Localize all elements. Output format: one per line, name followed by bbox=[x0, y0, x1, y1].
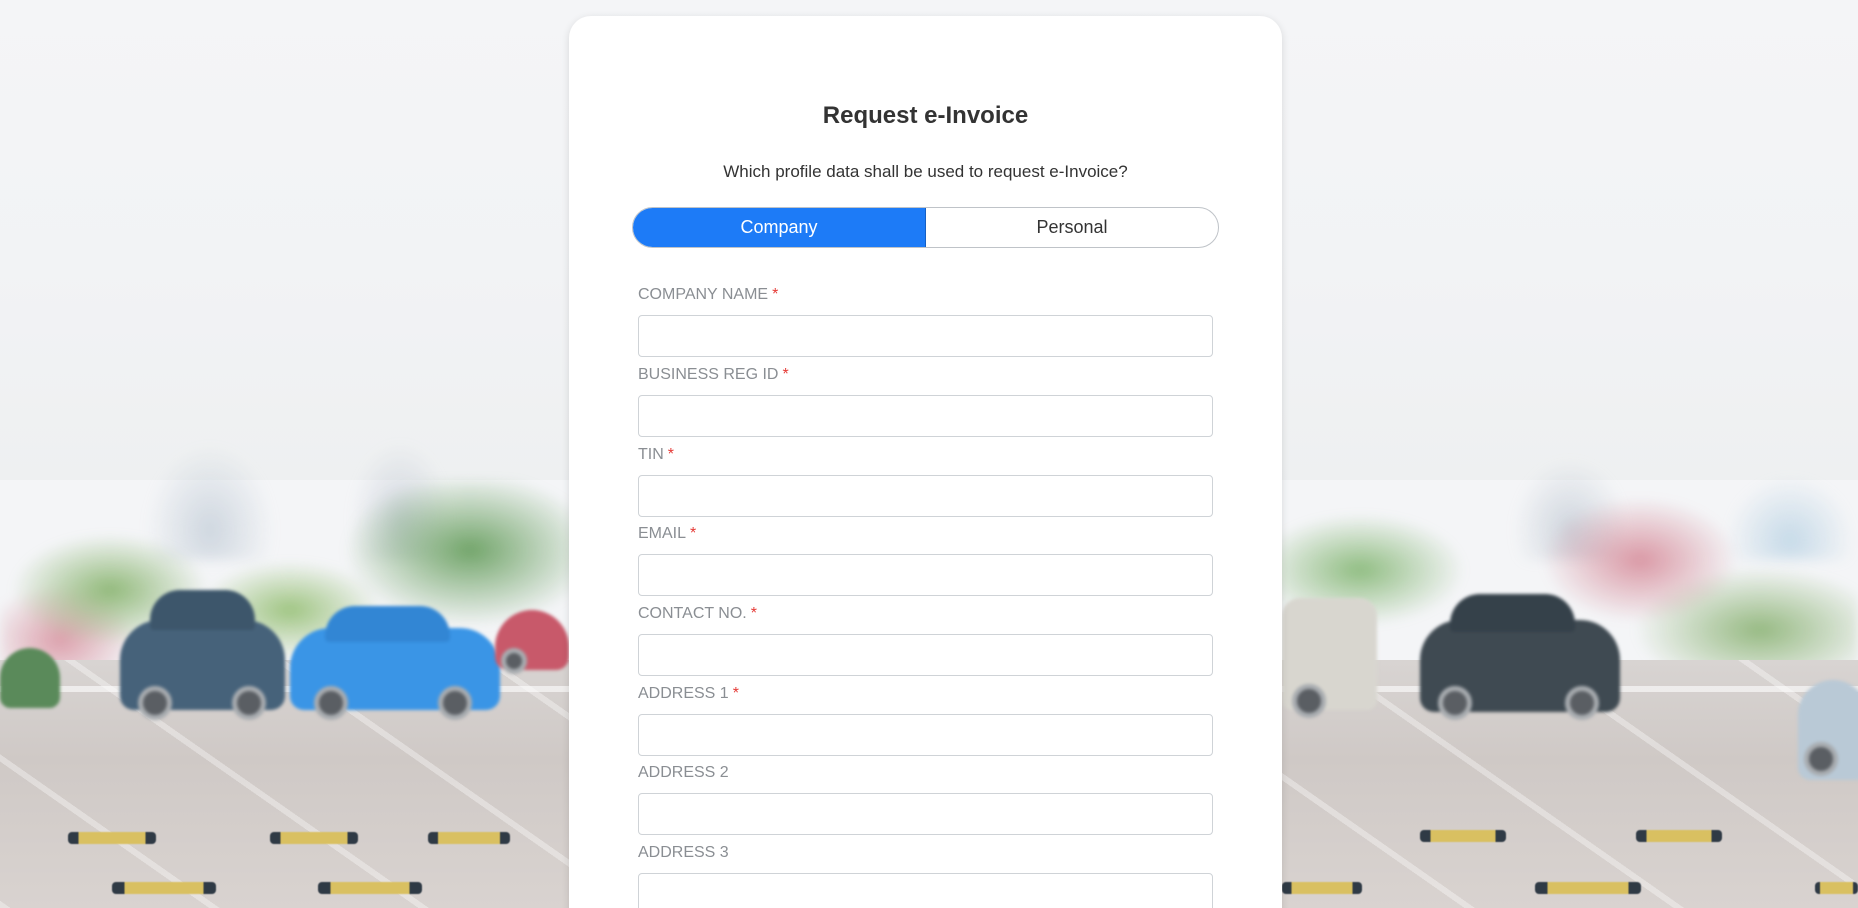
background-car bbox=[290, 606, 500, 720]
address-1-field-group: ADDRESS 1 * bbox=[638, 684, 1213, 756]
address-3-label: ADDRESS 3 bbox=[638, 844, 729, 861]
contact-no-label: CONTACT NO. * bbox=[638, 605, 757, 622]
address-3-input[interactable] bbox=[638, 873, 1213, 908]
wheel-stopper bbox=[1420, 830, 1506, 842]
company-name-field-group: COMPANY NAME * bbox=[638, 285, 1213, 357]
wheel-stopper bbox=[1535, 882, 1641, 894]
address-2-field-group: ADDRESS 2 bbox=[638, 763, 1213, 835]
address-1-label: ADDRESS 1 * bbox=[638, 685, 739, 702]
wheel-stopper bbox=[112, 882, 216, 894]
address-3-field-group: ADDRESS 3 bbox=[638, 843, 1213, 908]
required-marker: * bbox=[667, 446, 675, 463]
wheel-stopper bbox=[428, 832, 510, 844]
form-subtitle: Which profile data shall be used to requ… bbox=[723, 162, 1128, 181]
background-car bbox=[1420, 594, 1620, 720]
profile-type-toggle: Company Personal bbox=[632, 207, 1219, 248]
address-2-label: ADDRESS 2 bbox=[638, 764, 729, 781]
profile-option-company[interactable]: Company bbox=[633, 208, 926, 247]
email-field-group: EMAIL * bbox=[638, 524, 1213, 596]
contact-no-field-group: CONTACT NO. * bbox=[638, 604, 1213, 676]
wheel-stopper bbox=[270, 832, 358, 844]
wheel-stopper bbox=[1282, 882, 1362, 894]
company-name-label: COMPANY NAME * bbox=[638, 286, 779, 303]
email-input[interactable] bbox=[638, 554, 1213, 596]
required-marker: * bbox=[750, 605, 757, 622]
required-marker: * bbox=[782, 366, 789, 383]
e-invoice-form-card: Request e-Invoice Which profile data sha… bbox=[569, 16, 1282, 908]
address-1-input[interactable] bbox=[638, 714, 1213, 756]
email-label: EMAIL * bbox=[638, 525, 697, 542]
required-marker: * bbox=[690, 525, 697, 542]
background-car bbox=[0, 648, 60, 708]
required-marker: * bbox=[772, 286, 779, 303]
wheel-stopper bbox=[1636, 830, 1722, 842]
company-name-input[interactable] bbox=[638, 315, 1213, 357]
background-car bbox=[1798, 680, 1858, 780]
contact-no-input[interactable] bbox=[638, 634, 1213, 676]
tin-field-group: TIN * bbox=[638, 445, 1213, 517]
wheel-stopper bbox=[1815, 882, 1858, 894]
page: Request e-Invoice Which profile data sha… bbox=[0, 0, 1858, 908]
address-2-input[interactable] bbox=[638, 793, 1213, 835]
background-car bbox=[120, 590, 285, 720]
business-reg-id-field-group: BUSINESS REG ID * bbox=[638, 365, 1213, 437]
business-reg-id-label: BUSINESS REG ID * bbox=[638, 366, 789, 383]
business-reg-id-input[interactable] bbox=[638, 395, 1213, 437]
wheel-stopper bbox=[318, 882, 422, 894]
tin-input[interactable] bbox=[638, 475, 1213, 517]
required-marker: * bbox=[732, 685, 739, 702]
form-title: Request e-Invoice bbox=[822, 102, 1029, 129]
profile-option-personal[interactable]: Personal bbox=[926, 208, 1218, 247]
wheel-stopper bbox=[68, 832, 156, 844]
tin-label: TIN * bbox=[638, 446, 675, 463]
background-car bbox=[1282, 598, 1377, 718]
